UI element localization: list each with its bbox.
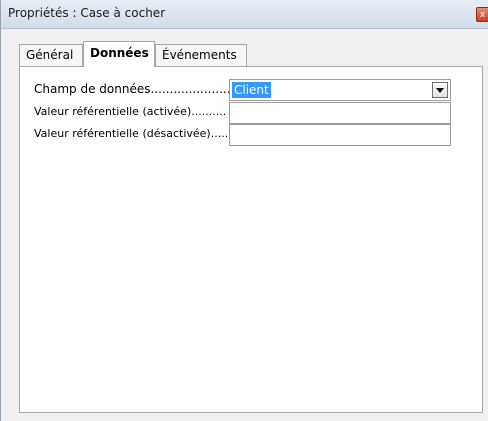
data-field-label: Champ de données........................ — [34, 82, 243, 96]
dropdown-button[interactable] — [432, 82, 448, 98]
ref-value-on-label: Valeur référentielle (activée).......... — [34, 105, 227, 118]
data-field-value[interactable]: Client — [232, 82, 271, 98]
window-title: Propriétés : Case à cocher — [8, 6, 166, 20]
title-bar[interactable]: Propriétés : Case à cocher x — [1, 0, 488, 29]
data-field-combobox[interactable]: Client — [229, 79, 451, 101]
tab-panel-donnees: Champ de données........................… — [19, 66, 483, 413]
ref-value-off-label: Valeur référentielle (désactivée)..... — [34, 127, 229, 140]
close-icon: x — [479, 10, 486, 20]
properties-dialog: Propriétés : Case à cocher x Général Don… — [0, 0, 488, 421]
ref-value-on-input[interactable] — [229, 102, 451, 124]
ref-value-off-input[interactable] — [229, 124, 451, 146]
chevron-down-icon — [436, 88, 444, 93]
tab-donnees[interactable]: Données — [83, 41, 155, 67]
tab-general[interactable]: Général — [19, 44, 83, 66]
close-button[interactable]: x — [476, 7, 488, 22]
tab-evenements[interactable]: Événements — [155, 44, 247, 66]
